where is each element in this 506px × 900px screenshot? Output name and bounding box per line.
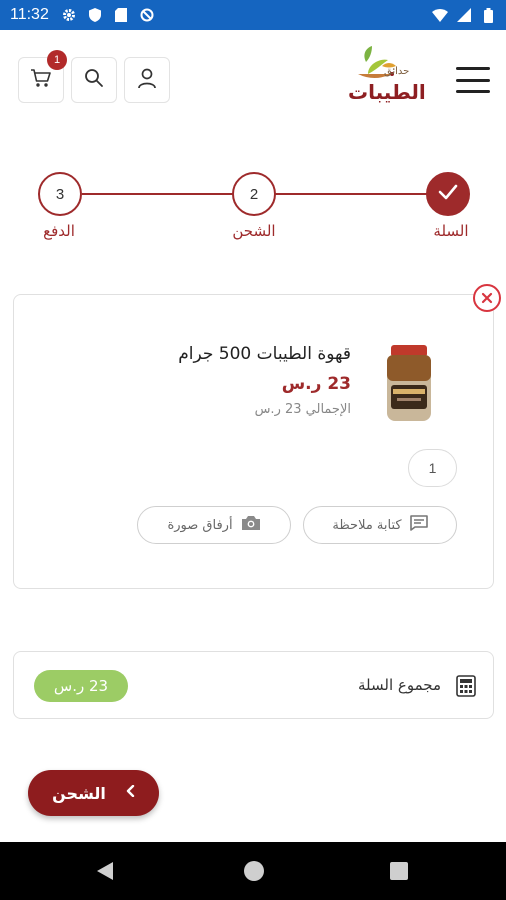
attach-photo-button[interactable]: أرفاق صورة: [137, 506, 291, 544]
attach-photo-label: أرفاق صورة: [167, 517, 233, 533]
user-icon: [137, 67, 157, 93]
home-icon[interactable]: [244, 861, 264, 881]
close-icon: [481, 289, 493, 308]
data-saver-icon: [139, 7, 155, 23]
cart-total-label: مجموع السلة: [358, 676, 441, 694]
product-line-total: الإجمالي 23 ر.س: [254, 402, 351, 417]
step-cart[interactable]: [426, 172, 470, 216]
app-header: 1 حدائق الطيبات: [0, 30, 506, 130]
step-shipping[interactable]: 2: [232, 172, 276, 216]
step-cart-label: السلة: [433, 222, 469, 240]
signal-icon: [456, 7, 472, 23]
remove-item-button[interactable]: [473, 284, 501, 312]
sd-card-icon: [113, 7, 129, 23]
chevron-left-icon: [126, 784, 135, 801]
cart-total-card: مجموع السلة 23 ر.س: [13, 651, 494, 719]
cart-item-card: [13, 294, 494, 589]
step-payment-label: الدفع: [43, 222, 75, 240]
proceed-shipping-label: الشحن: [52, 783, 106, 803]
camera-icon: [241, 515, 261, 535]
recent-apps-icon[interactable]: [390, 862, 408, 880]
product-price: 23 ر.س: [281, 374, 351, 394]
cart-count-badge: 1: [47, 50, 67, 70]
status-time: 11:32: [10, 6, 49, 23]
checkout-stepper: 3 الدفع 2 الشحن السلة: [0, 168, 506, 248]
wifi-icon: [432, 7, 448, 23]
back-icon[interactable]: [96, 861, 114, 885]
step-payment[interactable]: 3: [38, 172, 82, 216]
write-note-button[interactable]: كتابة ملاحظة: [303, 506, 457, 544]
comment-icon: [409, 515, 428, 535]
shield-icon: [87, 7, 103, 23]
checkmark-icon: [438, 184, 458, 204]
step-shipping-label: الشحن: [232, 222, 276, 240]
cart-button[interactable]: 1: [18, 50, 67, 103]
quantity-field[interactable]: 1: [408, 449, 457, 487]
status-bar: 11:32: [0, 0, 506, 30]
write-note-label: كتابة ملاحظة: [332, 517, 402, 533]
cart-icon: [30, 67, 52, 93]
cart-total-amount: 23 ر.س: [34, 670, 128, 702]
app-logo[interactable]: حدائق الطيبات: [340, 44, 430, 114]
search-icon: [84, 68, 104, 92]
product-name[interactable]: قهوة الطيبات 500 جرام: [178, 344, 351, 364]
menu-icon[interactable]: [456, 67, 490, 93]
battery-icon: [480, 7, 496, 23]
calculator-icon: [456, 675, 476, 697]
logo-subtitle: حدائق: [384, 66, 410, 77]
logo-title: الطيبات: [348, 80, 426, 104]
system-navigation-bar: [0, 842, 506, 900]
search-button[interactable]: [71, 57, 117, 103]
proceed-shipping-button[interactable]: الشحن: [28, 770, 159, 816]
settings-icon: [61, 7, 77, 23]
product-image[interactable]: [383, 345, 435, 423]
account-button[interactable]: [124, 57, 170, 103]
